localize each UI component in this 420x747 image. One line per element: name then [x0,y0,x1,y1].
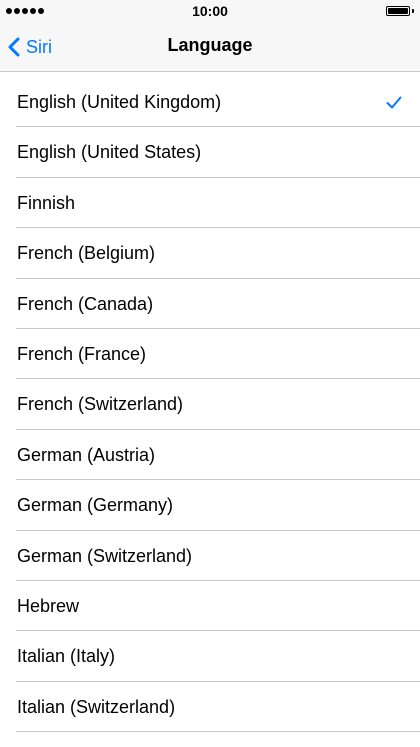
language-label: Hebrew [17,595,80,616]
language-label: Italian (Switzerland) [17,696,176,717]
checkmark-icon [386,96,402,109]
navigation-bar: Siri Language [0,22,420,72]
language-list: English (United Kingdom) English (United … [0,77,420,733]
page-title: Language [167,35,253,55]
language-label: French (Canada) [17,293,154,314]
language-row[interactable]: Italian (Switzerland) [0,682,420,733]
language-label: English (United Kingdom) [17,92,222,112]
language-label: Finnish [17,192,76,213]
language-row[interactable]: German (Germany) [0,480,420,531]
status-time: 10:00 [192,3,228,19]
language-label: English (United States) [17,142,202,163]
language-label: French (Switzerland) [17,394,184,415]
language-row[interactable]: Finnish [0,178,420,229]
language-label: German (Switzerland) [17,545,193,566]
language-row[interactable]: French (France) [0,329,420,380]
language-label: Italian (Italy) [17,646,116,667]
battery-full-icon [386,6,414,16]
language-label: French (Belgium) [17,243,156,264]
status-bar: 10:00 [0,0,420,22]
language-row[interactable]: French (Belgium) [0,228,420,279]
language-row[interactable]: English (United Kingdom) [0,77,420,128]
language-label: German (Germany) [17,495,174,516]
language-label: German (Austria) [17,444,156,465]
language-row[interactable]: German (Austria) [0,430,420,481]
language-row[interactable]: Italian (Italy) [0,631,420,683]
language-row[interactable]: French (Canada) [0,279,420,330]
language-row[interactable]: English (United States) [0,127,420,179]
language-row[interactable]: German (Switzerland) [0,531,420,582]
language-label: French (France) [17,343,147,364]
language-row[interactable]: Hebrew [0,581,420,632]
language-row[interactable]: French (Switzerland) [0,379,420,431]
